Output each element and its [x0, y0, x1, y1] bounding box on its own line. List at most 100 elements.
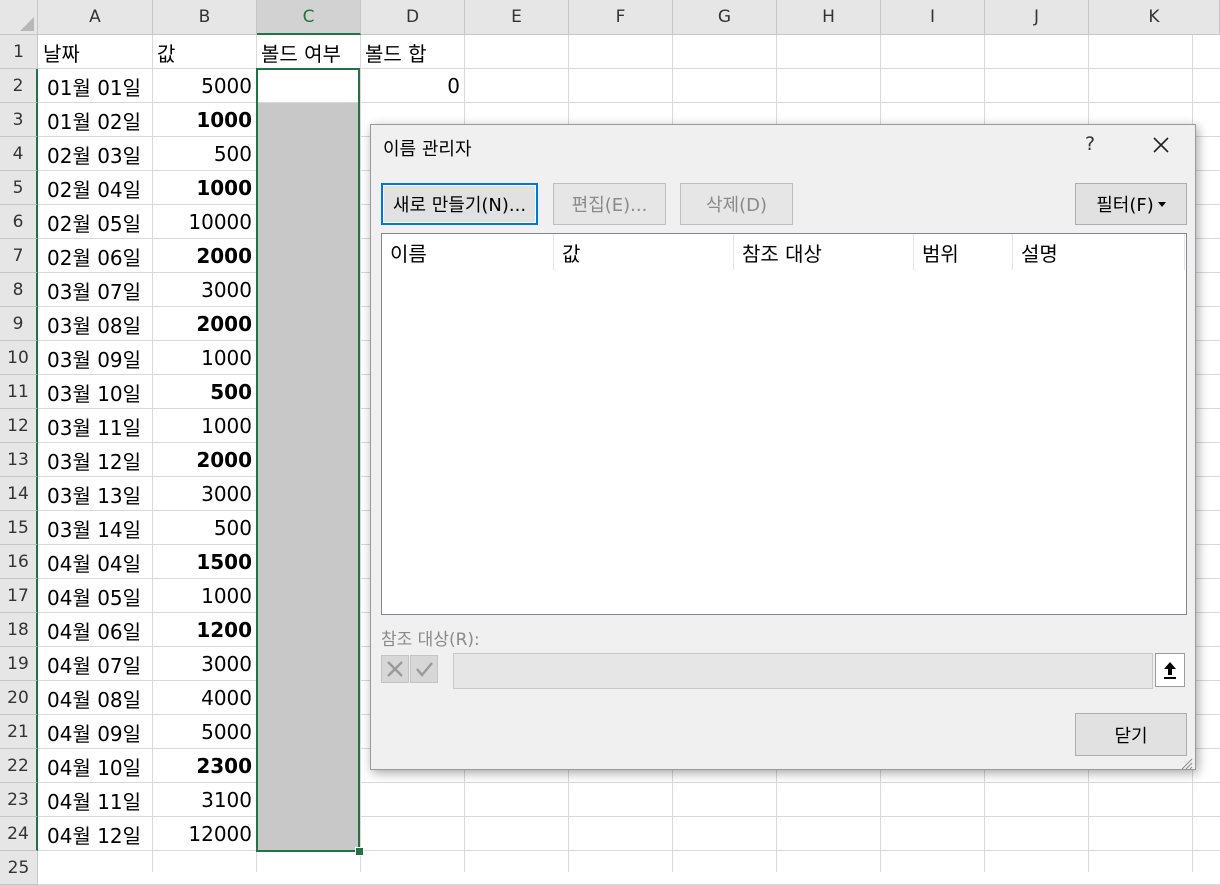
cell-date[interactable]: 02월 04일	[39, 171, 152, 205]
row-header-4[interactable]: 4	[0, 137, 38, 171]
column-header-g[interactable]: G	[673, 0, 777, 35]
row-header-18[interactable]: 18	[0, 613, 38, 647]
cell-date[interactable]: 04월 08일	[39, 681, 152, 715]
cell-value[interactable]: 2000	[153, 239, 256, 273]
row-header-8[interactable]: 8	[0, 273, 38, 307]
resize-grip-icon[interactable]	[1181, 755, 1193, 770]
row-header-13[interactable]: 13	[0, 443, 38, 477]
cell-value[interactable]: 3100	[153, 783, 256, 817]
row-header-9[interactable]: 9	[0, 307, 38, 341]
names-list[interactable]: 이름 값 참조 대상 범위 설명	[381, 233, 1187, 615]
cell-date[interactable]: 04월 10일	[39, 749, 152, 783]
column-header-e[interactable]: E	[465, 0, 569, 35]
cell-value[interactable]: 500	[153, 137, 256, 171]
help-button[interactable]: ?	[1085, 133, 1095, 155]
column-header-i[interactable]: I	[881, 0, 985, 35]
cell-value[interactable]: 2300	[153, 749, 256, 783]
list-col-refers-to[interactable]: 참조 대상	[734, 234, 914, 270]
row-header-7[interactable]: 7	[0, 239, 38, 273]
close-button[interactable]: 닫기	[1075, 713, 1187, 756]
column-header-d[interactable]: D	[361, 0, 465, 35]
select-all-corner[interactable]	[0, 0, 38, 35]
row-header-6[interactable]: 6	[0, 205, 38, 239]
row-header-1[interactable]: 1	[0, 35, 38, 69]
cell-date[interactable]: 04월 05일	[39, 579, 152, 613]
cell-value[interactable]: 1000	[153, 341, 256, 375]
cell-d1[interactable]: 볼드 합	[361, 35, 464, 69]
cell-value[interactable]: 5000	[153, 715, 256, 749]
cell-date[interactable]: 03월 07일	[39, 273, 152, 307]
cell-date[interactable]: 04월 09일	[39, 715, 152, 749]
column-header-a[interactable]: A	[38, 0, 153, 35]
cell-value[interactable]: 500	[153, 511, 256, 545]
row-header-22[interactable]: 22	[0, 749, 38, 783]
cell-date[interactable]: 02월 03일	[39, 137, 152, 171]
cell-value[interactable]: 10000	[153, 205, 256, 239]
row-header-21[interactable]: 21	[0, 715, 38, 749]
cell-value[interactable]: 500	[153, 375, 256, 409]
column-header-f[interactable]: F	[569, 0, 673, 35]
cell-date[interactable]: 03월 12일	[39, 443, 152, 477]
cell-date[interactable]: 01월 01일	[39, 69, 152, 103]
cell-c1[interactable]: 볼드 여부	[257, 35, 367, 69]
cell-date[interactable]: 03월 11일	[39, 409, 152, 443]
cell-date[interactable]: 03월 14일	[39, 511, 152, 545]
cell-value[interactable]: 3000	[153, 477, 256, 511]
edit-button[interactable]: 편집(E)...	[553, 183, 666, 225]
list-col-scope[interactable]: 범위	[914, 234, 1013, 270]
row-header-10[interactable]: 10	[0, 341, 38, 375]
cell-value[interactable]: 2000	[153, 307, 256, 341]
cell-value[interactable]: 1000	[153, 171, 256, 205]
row-header-11[interactable]: 11	[0, 375, 38, 409]
collapse-dialog-icon[interactable]	[1155, 653, 1185, 687]
cell-a1[interactable]: 날짜	[39, 35, 152, 69]
cell-date[interactable]: 02월 06일	[39, 239, 152, 273]
cell-date[interactable]: 03월 08일	[39, 307, 152, 341]
cell-value[interactable]: 1000	[153, 103, 256, 137]
column-header-j[interactable]: J	[985, 0, 1089, 35]
list-col-comment[interactable]: 설명	[1013, 234, 1185, 270]
column-header-b[interactable]: B	[153, 0, 257, 35]
row-header-2[interactable]: 2	[0, 69, 38, 103]
column-header-h[interactable]: H	[777, 0, 881, 35]
column-header-k[interactable]: K	[1089, 0, 1220, 35]
cell-value[interactable]: 1200	[153, 613, 256, 647]
cell-date[interactable]: 01월 02일	[39, 103, 152, 137]
cell-value[interactable]: 1500	[153, 545, 256, 579]
cell-date[interactable]: 03월 09일	[39, 341, 152, 375]
confirm-edit-icon[interactable]	[410, 655, 438, 683]
cell-date[interactable]: 03월 10일	[39, 375, 152, 409]
filter-button[interactable]: 필터(F)	[1075, 183, 1187, 225]
cell-value[interactable]: 2000	[153, 443, 256, 477]
column-header-c[interactable]: C	[257, 0, 361, 35]
cell-value[interactable]: 4000	[153, 681, 256, 715]
cell-value[interactable]: 5000	[153, 69, 256, 103]
cell-value[interactable]: 3000	[153, 647, 256, 681]
row-header-5[interactable]: 5	[0, 171, 38, 205]
row-header-25[interactable]: 25	[0, 851, 38, 885]
cell-date[interactable]: 04월 07일	[39, 647, 152, 681]
row-header-20[interactable]: 20	[0, 681, 38, 715]
cell-value[interactable]: 12000	[153, 817, 256, 851]
cell-d2[interactable]: 0	[361, 69, 464, 103]
fill-handle[interactable]	[355, 847, 364, 856]
cell-date[interactable]: 03월 13일	[39, 477, 152, 511]
row-header-14[interactable]: 14	[0, 477, 38, 511]
close-icon[interactable]	[1147, 131, 1175, 159]
cell-b1[interactable]: 값	[153, 35, 256, 69]
list-col-name[interactable]: 이름	[382, 234, 554, 270]
row-header-19[interactable]: 19	[0, 647, 38, 681]
cancel-edit-icon[interactable]	[381, 655, 409, 683]
cell-date[interactable]: 04월 12일	[39, 817, 152, 851]
cell-value[interactable]: 1000	[153, 409, 256, 443]
cell-date[interactable]: 04월 06일	[39, 613, 152, 647]
new-button[interactable]: 새로 만들기(N)...	[381, 183, 538, 225]
cell-date[interactable]: 04월 11일	[39, 783, 152, 817]
cell-value[interactable]: 1000	[153, 579, 256, 613]
row-header-17[interactable]: 17	[0, 579, 38, 613]
row-header-3[interactable]: 3	[0, 103, 38, 137]
row-header-12[interactable]: 12	[0, 409, 38, 443]
row-header-24[interactable]: 24	[0, 817, 38, 851]
row-header-15[interactable]: 15	[0, 511, 38, 545]
cell-date[interactable]: 04월 04일	[39, 545, 152, 579]
